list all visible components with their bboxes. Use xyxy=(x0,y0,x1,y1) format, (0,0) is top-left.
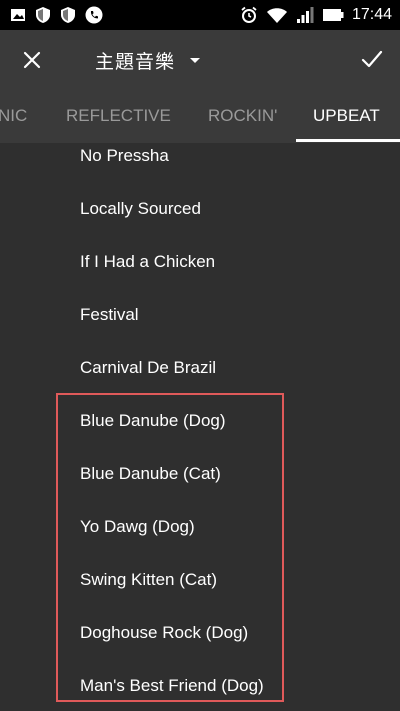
alarm-icon xyxy=(241,6,257,23)
tab-rockin[interactable]: ROCKIN' xyxy=(208,88,277,143)
wifi-icon xyxy=(266,8,287,23)
active-tab-indicator xyxy=(296,139,400,142)
theme-music-dropdown[interactable]: 主題音樂 xyxy=(95,47,201,74)
phone-icon xyxy=(85,6,103,24)
list-item[interactable]: Locally Sourced xyxy=(80,199,201,219)
status-right-icons: 17:44 xyxy=(240,5,392,25)
toolbar: 主題音樂 xyxy=(0,30,400,88)
list-item[interactable]: Carnival De Brazil xyxy=(80,358,216,378)
shield-icon xyxy=(61,7,75,23)
tab-nic[interactable]: NIC xyxy=(0,88,27,143)
image-icon xyxy=(11,9,25,21)
shield-icon xyxy=(36,7,50,23)
checkmark-icon[interactable] xyxy=(360,47,384,71)
page-title: 主題音樂 xyxy=(95,51,176,73)
status-left-icons xyxy=(10,6,103,24)
signal-icon xyxy=(296,7,314,23)
status-bar: 17:44 xyxy=(0,0,400,30)
close-icon[interactable] xyxy=(20,48,44,72)
status-time: 17:44 xyxy=(351,6,392,23)
chevron-down-icon xyxy=(190,57,201,63)
list-item[interactable]: Festival xyxy=(80,305,139,325)
list-item[interactable]: If I Had a Chicken xyxy=(80,252,215,272)
category-tabs: NIC REFLECTIVE ROCKIN' UPBEAT xyxy=(0,88,400,143)
list-item[interactable]: No Pressha xyxy=(80,146,169,166)
highlight-box xyxy=(56,393,284,702)
tab-reflective[interactable]: REFLECTIVE xyxy=(66,88,171,143)
battery-icon xyxy=(322,9,344,21)
tab-upbeat[interactable]: UPBEAT xyxy=(313,88,380,143)
